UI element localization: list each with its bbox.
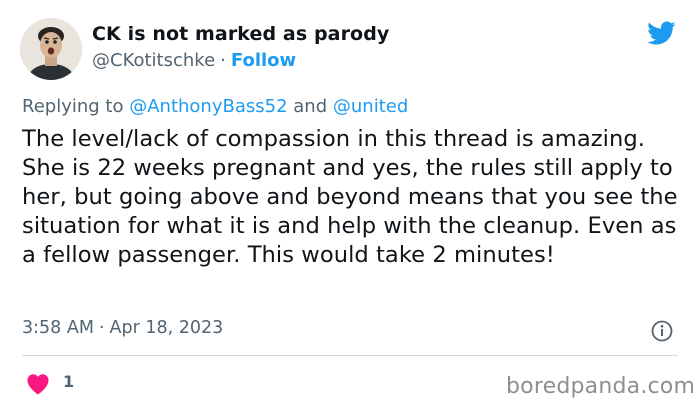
tweet-card: CK is not marked as parody @CKotitschke ·… bbox=[0, 0, 700, 410]
mention-united[interactable]: @united bbox=[333, 96, 408, 117]
tweet-time: 3:58 AM bbox=[22, 318, 94, 338]
heart-icon[interactable] bbox=[26, 373, 50, 395]
like-count: 1 bbox=[63, 372, 75, 391]
reply-prefix: Replying to bbox=[22, 96, 124, 117]
reply-conjunction: and bbox=[293, 96, 328, 117]
tweet-timestamp[interactable]: 3:58 AM · Apr 18, 2023 bbox=[22, 318, 223, 338]
tweet-date: Apr 18, 2023 bbox=[109, 318, 224, 338]
mention-anthonybass52[interactable]: @AnthonyBass52 bbox=[129, 96, 287, 117]
watermark: boredpanda.com bbox=[506, 374, 696, 399]
reply-context: Replying to @AnthonyBass52 and @united bbox=[22, 96, 408, 117]
info-icon[interactable] bbox=[651, 320, 673, 342]
follow-button[interactable]: Follow bbox=[231, 50, 296, 71]
user-handle[interactable]: @CKotitschke bbox=[92, 50, 215, 71]
avatar-photo bbox=[20, 18, 82, 80]
tweet-text: The level/lack of compassion in this thr… bbox=[22, 126, 678, 268]
handle-row: @CKotitschke · Follow bbox=[92, 50, 296, 71]
twitter-bird-icon[interactable] bbox=[644, 18, 678, 48]
avatar[interactable] bbox=[20, 18, 82, 80]
divider bbox=[22, 355, 678, 356]
handle-separator: · bbox=[220, 50, 226, 71]
timestamp-separator: · bbox=[98, 318, 105, 338]
display-name[interactable]: CK is not marked as parody bbox=[92, 23, 389, 45]
